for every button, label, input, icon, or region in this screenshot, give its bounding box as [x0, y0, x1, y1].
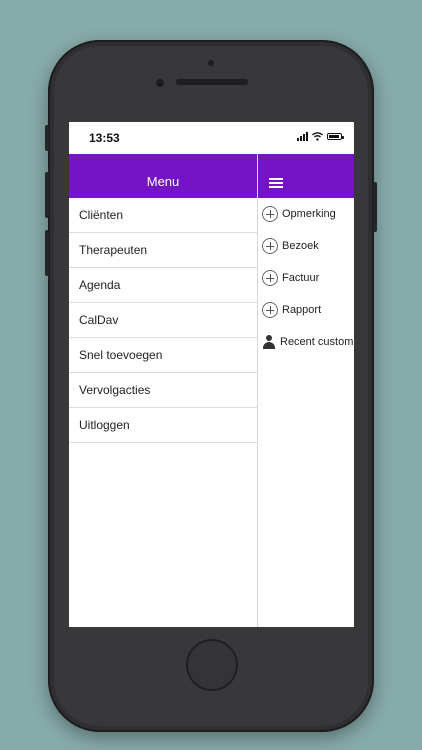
- menu-item-caldav[interactable]: CalDav: [69, 303, 257, 338]
- battery-icon: [327, 133, 344, 140]
- plus-circle-icon: [262, 270, 278, 286]
- status-time: 13:53: [89, 131, 120, 145]
- power-button: [373, 182, 377, 232]
- quick-actions: Opmerking Bezoek Factuur Rapport Recent …: [258, 198, 354, 358]
- add-rapport-button[interactable]: Rapport: [258, 294, 354, 326]
- menu-item-clienten[interactable]: Cliënten: [69, 198, 257, 233]
- plus-circle-icon: [262, 206, 278, 222]
- recent-customers-button[interactable]: Recent custom: [258, 326, 354, 358]
- menu-item-agenda[interactable]: Agenda: [69, 268, 257, 303]
- volume-down-button: [45, 230, 49, 276]
- action-label: Bezoek: [282, 240, 319, 252]
- action-label: Rapport: [282, 304, 322, 316]
- add-factuur-button[interactable]: Factuur: [258, 262, 354, 294]
- status-bar: 13:53: [69, 122, 354, 154]
- menu-item-uitloggen[interactable]: Uitloggen: [69, 408, 257, 443]
- side-menu: Cliënten Therapeuten Agenda CalDav Snel …: [69, 198, 257, 443]
- menu-item-vervolgacties[interactable]: Vervolgacties: [69, 373, 257, 408]
- front-sensor: [208, 60, 214, 66]
- volume-up-button: [45, 172, 49, 218]
- action-label: Recent custom: [280, 336, 354, 348]
- action-label: Factuur: [282, 272, 320, 284]
- plus-circle-icon: [262, 238, 278, 254]
- front-camera: [156, 79, 164, 87]
- person-icon: [262, 335, 276, 349]
- menu-title: Menu: [146, 174, 180, 189]
- status-icons: [297, 132, 344, 141]
- add-bezoek-button[interactable]: Bezoek: [258, 230, 354, 262]
- wifi-icon: [312, 132, 323, 141]
- action-label: Opmerking: [282, 208, 336, 220]
- app-header: Menu: [69, 154, 354, 198]
- hamburger-icon[interactable]: [269, 178, 283, 188]
- plus-circle-icon: [262, 302, 278, 318]
- signal-icon: [297, 132, 308, 141]
- menu-item-therapeuten[interactable]: Therapeuten: [69, 233, 257, 268]
- home-button[interactable]: [186, 639, 238, 691]
- add-opmerking-button[interactable]: Opmerking: [258, 198, 354, 230]
- menu-item-snel-toevoegen[interactable]: Snel toevoegen: [69, 338, 257, 373]
- app-screen: 13:53 Menu Cliënten Therapeuten Agenda C…: [69, 122, 354, 627]
- earpiece-speaker: [176, 79, 248, 85]
- mute-switch: [45, 125, 49, 151]
